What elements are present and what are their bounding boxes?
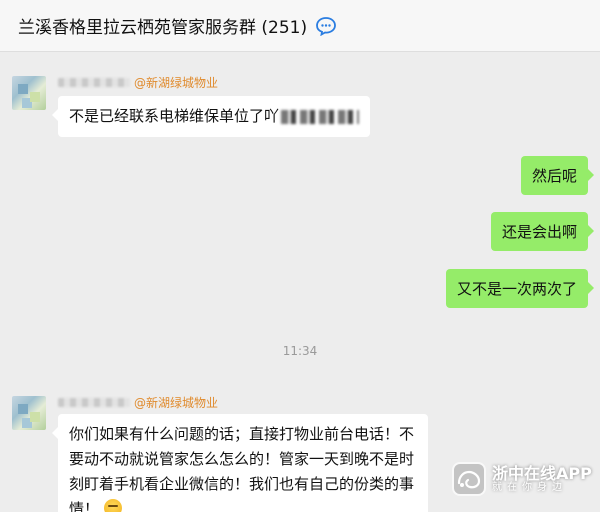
embarrassed-emoji-icon	[103, 499, 122, 512]
message-bubble-right[interactable]: 然后呢	[520, 156, 595, 195]
mention-tag[interactable]: @新湖绿城物业	[134, 74, 218, 91]
message-text: 然后呢	[531, 167, 577, 185]
sender-name-redacted	[58, 398, 130, 407]
message-bubble-right[interactable]: 还是会出啊	[490, 212, 595, 251]
group-title: 兰溪香格里拉云栖苑管家服务群 (251)	[18, 18, 308, 38]
sender-line: @新湖绿城物业	[58, 394, 218, 411]
chat-header: 兰溪香格里拉云栖苑管家服务群 (251)	[0, 0, 600, 52]
message-text: 不是已经联系电梯维保单位了吖	[69, 107, 280, 125]
redacted-text	[281, 109, 360, 124]
app-slogan: 就在你身边	[492, 482, 567, 494]
sender-name-redacted	[58, 78, 130, 87]
message-bubble-right[interactable]: 又不是一次两次了	[445, 269, 595, 308]
message-bubble[interactable]: 你们如果有什么问题的话；直接打物业前台电话！不 要动不动就说管家怎么怎么的！管家…	[52, 414, 428, 512]
message-line: 要动不动就说管家怎么怎么的！管家一天到晚不是时	[69, 450, 415, 468]
message-line: 刻盯着手机看企业微信的！我们也有自己的份类的事	[69, 475, 415, 493]
message-line: 你们如果有什么问题的话；直接打物业前台电话！不	[69, 425, 415, 443]
app-watermark: 浙中在线APP 就在你身边	[452, 462, 592, 496]
app-logo-icon	[452, 462, 486, 496]
chat-bubble-icon[interactable]	[315, 16, 337, 36]
mention-tag[interactable]: @新湖绿城物业	[134, 394, 218, 411]
avatar[interactable]	[12, 76, 46, 110]
message-text: 又不是一次两次了	[456, 280, 577, 298]
message-text: 还是会出啊	[501, 223, 577, 241]
avatar[interactable]	[12, 396, 46, 430]
sender-line: @新湖绿城物业	[58, 74, 218, 91]
app-name: 浙中在线APP	[492, 463, 592, 483]
timestamp: 11:34	[282, 344, 318, 358]
message-line: 情！	[69, 500, 100, 512]
message-bubble[interactable]: 不是已经联系电梯维保单位了吖	[51, 96, 371, 137]
message-last-line: 情！	[69, 497, 417, 512]
